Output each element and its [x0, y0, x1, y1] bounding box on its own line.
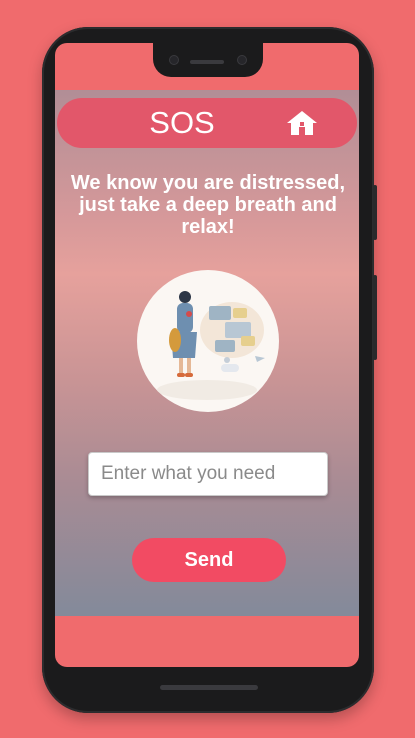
person-with-chat-bubbles-illustration	[157, 291, 265, 400]
phone-power-button	[373, 185, 377, 240]
calming-message: We know you are distressed, just take a …	[70, 172, 346, 238]
send-button[interactable]: Send	[132, 538, 286, 582]
front-camera-icon	[170, 56, 178, 64]
home-icon[interactable]	[286, 110, 318, 136]
page-title: SOS	[149, 105, 215, 140]
phone-home-indicator	[160, 685, 258, 690]
top-bar: SOS	[57, 98, 357, 148]
need-input[interactable]	[88, 452, 328, 496]
phone-speaker	[190, 60, 224, 64]
phone-volume-button	[373, 275, 377, 360]
front-camera-icon	[238, 56, 246, 64]
support-illustration	[137, 270, 279, 412]
